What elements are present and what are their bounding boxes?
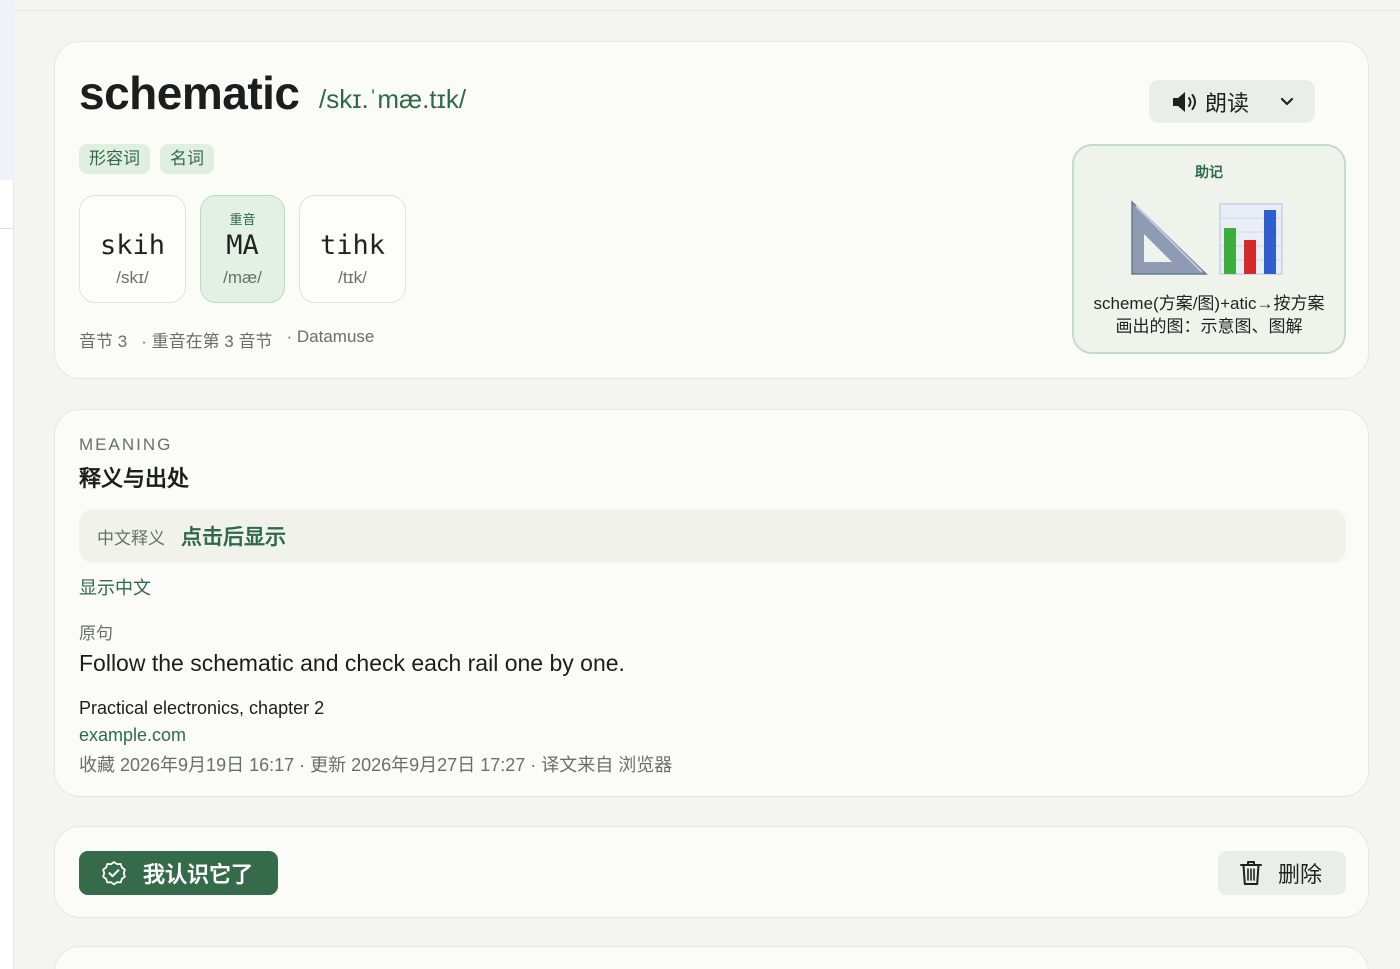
syllable-card-stressed[interactable]: 重音 MA /mæ/ <box>200 195 285 303</box>
delete-label: 删除 <box>1278 862 1323 887</box>
pronunciation-source: · Datamuse <box>286 327 375 346</box>
trash-icon <box>1240 861 1262 885</box>
chinese-definition-label: 中文释义 <box>97 528 165 548</box>
syllable-phoneme: /tɪk/ <box>338 268 367 287</box>
top-divider <box>14 10 1400 11</box>
syllable-meta: 音节 3 · 重音在第 3 音节 · Datamuse <box>79 327 374 352</box>
left-rail <box>0 0 14 969</box>
read-aloud-label: 朗读 <box>1205 90 1250 116</box>
actions-card: 我认识它了 删除 <box>54 826 1369 918</box>
speaker-icon <box>1173 91 1196 112</box>
mark-known-label: 我认识它了 <box>143 862 254 887</box>
chinese-definition-box[interactable]: 中文释义 点击后显示 <box>79 509 1346 563</box>
bar-chart-icon <box>1219 203 1283 275</box>
section-title: 释义与出处 <box>79 466 190 491</box>
mark-known-button[interactable]: 我认识它了 <box>79 851 278 895</box>
syllable-card[interactable]: skih /skɪ/ <box>79 195 186 303</box>
original-sentence-label: 原句 <box>79 624 113 643</box>
syllable-spelling: MA <box>226 230 259 261</box>
read-aloud-button[interactable]: 朗读 <box>1149 80 1315 123</box>
mnemonic-icons <box>1131 200 1283 275</box>
badge-check-icon <box>102 861 126 886</box>
chevron-down-icon <box>1280 97 1294 106</box>
next-card-partial <box>54 946 1369 969</box>
tag-noun: 名词 <box>160 144 214 174</box>
stress-position: · 重音在第 3 音节 <box>141 332 273 351</box>
tag-adjective: 形容词 <box>79 144 150 174</box>
set-square-icon <box>1131 200 1208 275</box>
show-chinese-link[interactable]: 显示中文 <box>79 574 151 600</box>
syllable-card[interactable]: tihk /tɪk/ <box>299 195 406 303</box>
section-eyebrow: MEANING <box>79 435 173 454</box>
word-title: schematic <box>79 67 300 119</box>
delete-button[interactable]: 删除 <box>1218 851 1346 895</box>
stress-label: 重音 <box>229 212 256 227</box>
syllable-count: 音节 3 <box>79 332 128 351</box>
syllable-spelling: tihk <box>319 230 386 261</box>
mnemonic-text: scheme(方案/图)+atic→按方案画出的图：示意图、图解 <box>1093 294 1325 336</box>
syllable-breakdown: skih /skɪ/ 重音 MA /mæ/ tihk /tɪk/ <box>79 195 406 303</box>
original-sentence: Follow the schematic and check each rail… <box>79 650 625 676</box>
timestamps: 收藏 2026年9月19日 16:17 · 更新 2026年9月27日 17:2… <box>79 755 673 775</box>
syllable-spelling: skih <box>99 230 166 261</box>
word-card: schematic /skɪ.ˈmæ.tɪk/ 朗读 形容词 名词 skih /… <box>54 41 1369 379</box>
syllable-phoneme: /mæ/ <box>223 268 262 287</box>
part-of-speech-tags: 形容词 名词 <box>79 144 214 174</box>
mnemonic-panel: 助记 scheme(方案/图)+atic→按方案画出的图：示意图、图解 <box>1072 144 1346 354</box>
reveal-definition-button[interactable]: 点击后显示 <box>181 521 286 551</box>
meaning-card: MEANING 释义与出处 中文释义 点击后显示 显示中文 原句 Follow … <box>54 409 1369 797</box>
left-rail-divider <box>0 228 14 229</box>
source-link[interactable]: example.com <box>79 725 186 746</box>
source-title: Practical electronics, chapter 2 <box>79 698 325 718</box>
left-rail-highlight <box>0 0 14 180</box>
mnemonic-title: 助记 <box>1195 164 1223 180</box>
syllable-phoneme: /skɪ/ <box>116 268 149 287</box>
word-ipa: /skɪ.ˈmæ.tɪk/ <box>319 84 467 114</box>
